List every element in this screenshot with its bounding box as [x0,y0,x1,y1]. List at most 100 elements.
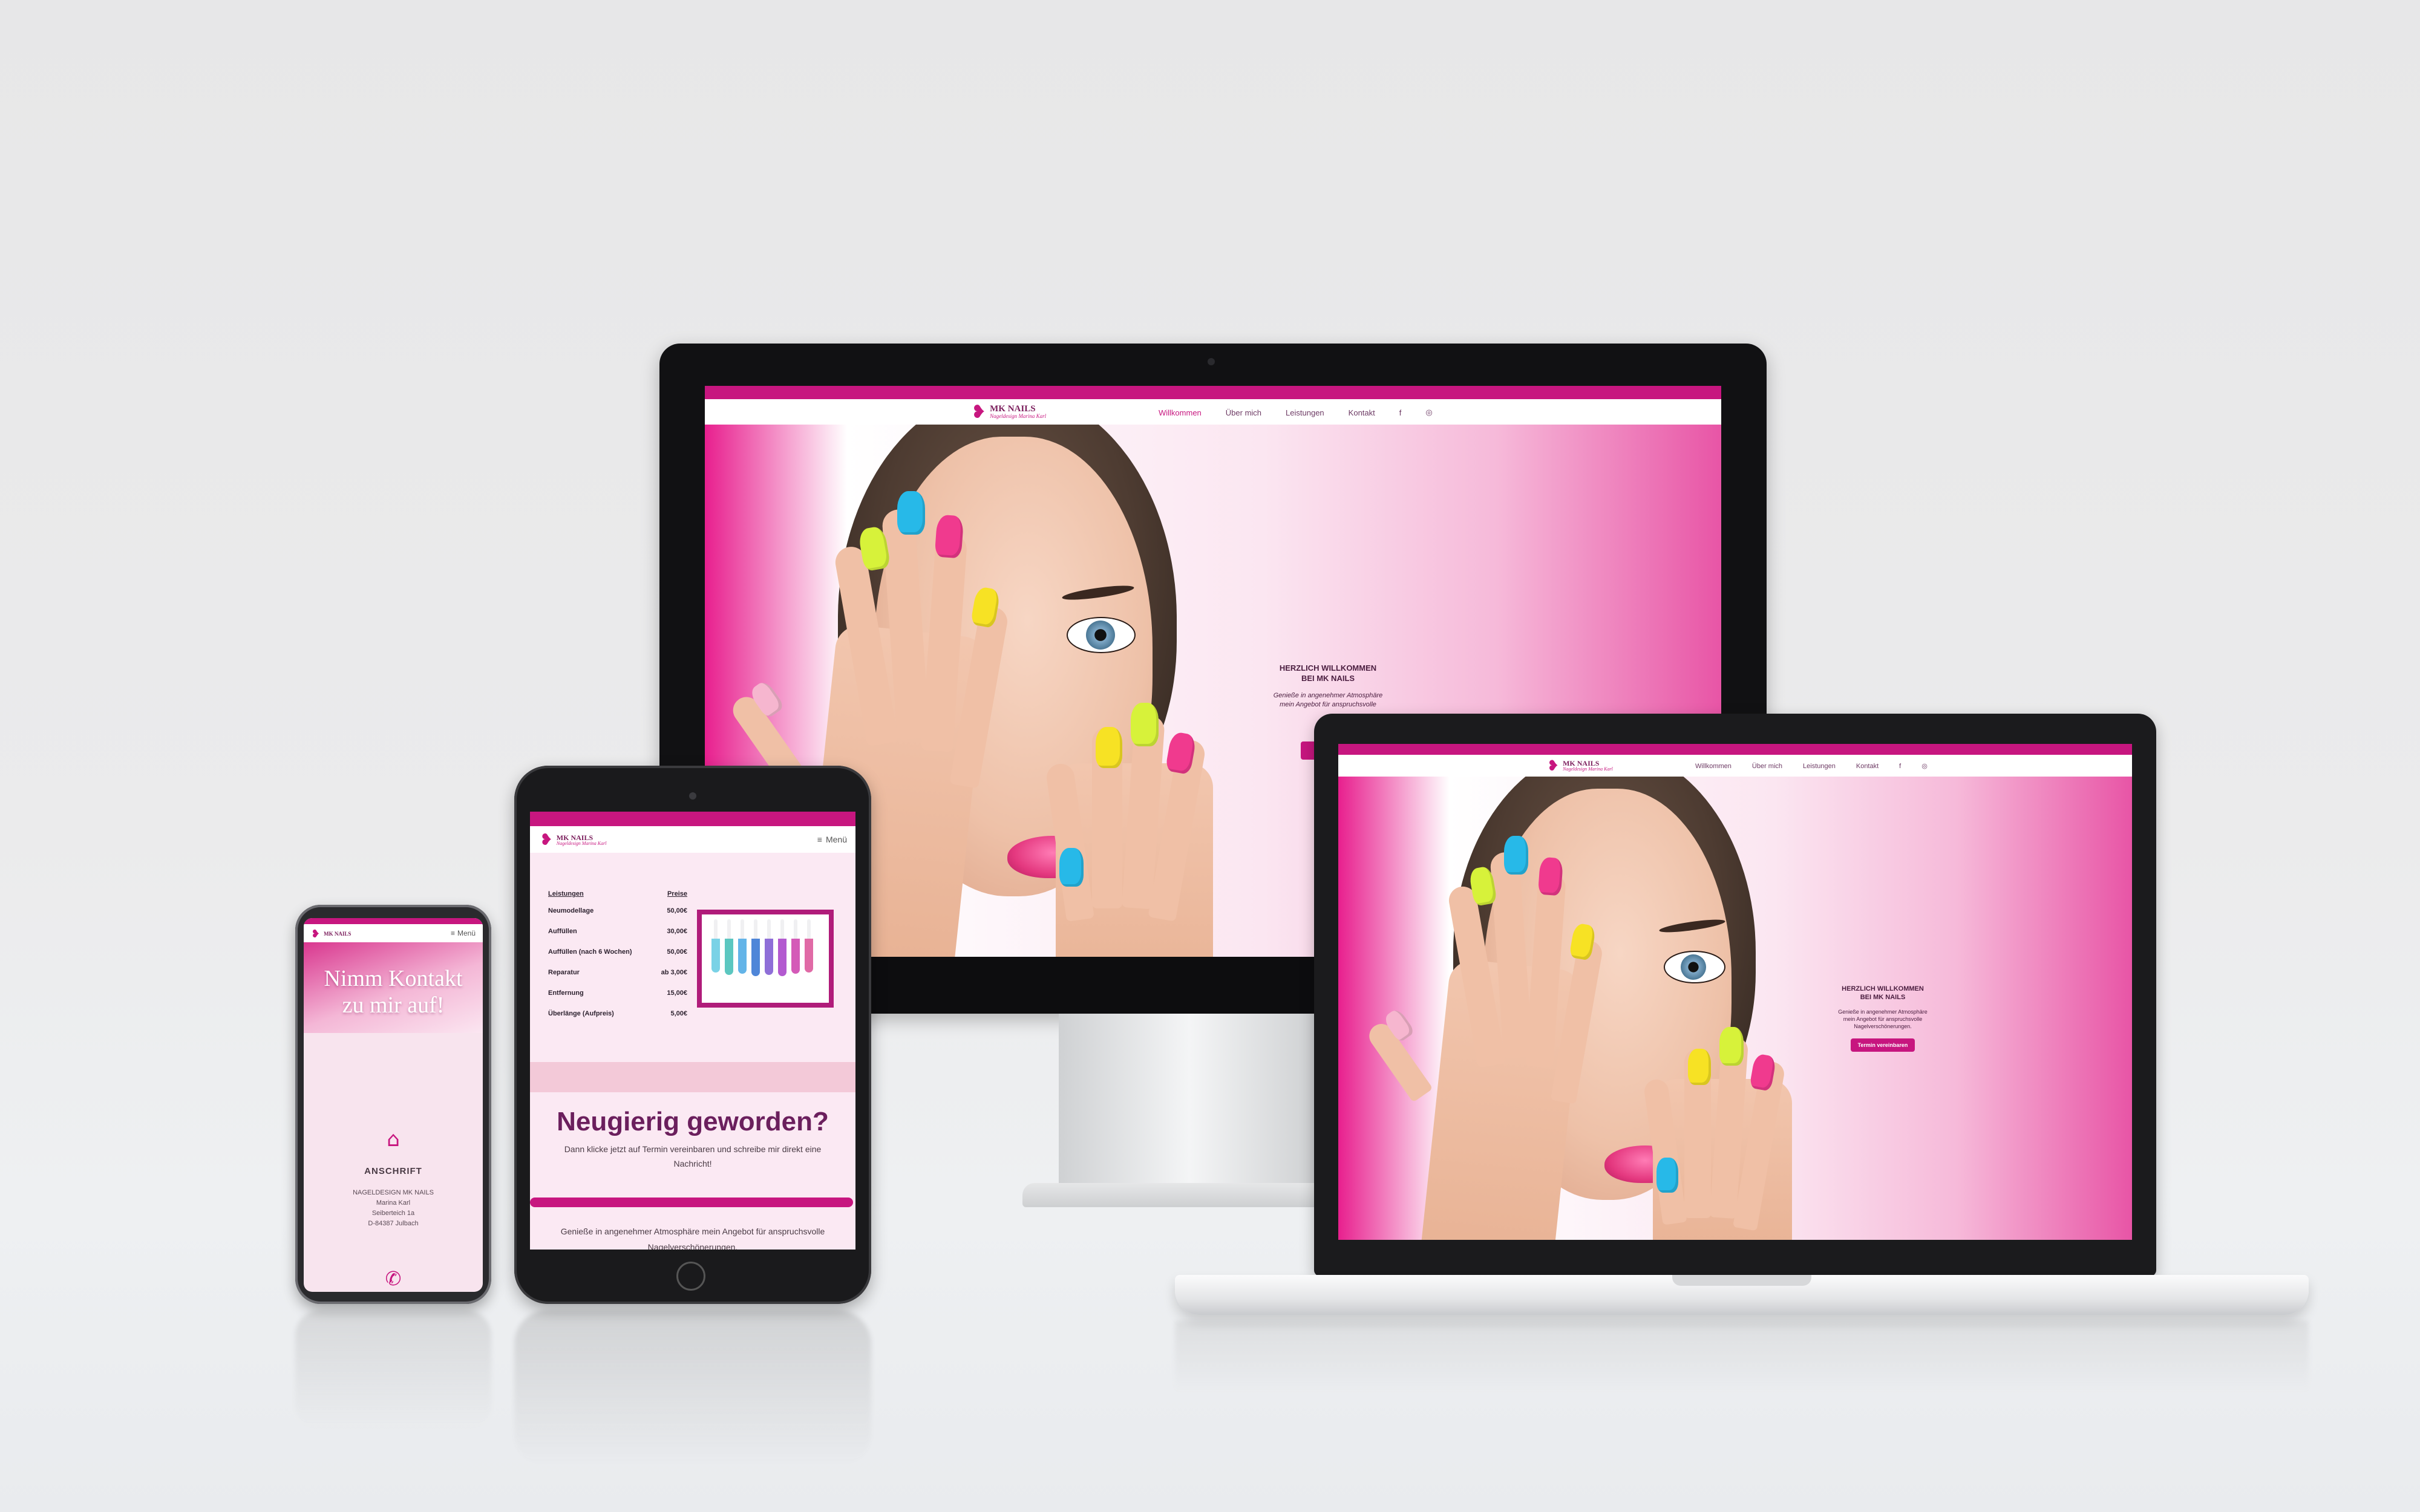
phone-reflection [295,1310,491,1431]
price-table: Leistungen Preise Neumodellage 50,00€ Auf… [548,890,687,1017]
cta-text-line1: Dann klicke jetzt auf Termin vereinbaren… [564,1144,822,1154]
menu-button[interactable]: ≡ Menü [451,929,476,937]
price-value: 30,00€ [667,928,687,935]
nav-ueber-mich[interactable]: Über mich [1752,763,1782,770]
nail [1096,727,1122,768]
price-value: 50,00€ [667,907,687,914]
nav-ueber-mich[interactable]: Über mich [1226,408,1261,417]
heart-logo-icon: ❥ [971,402,987,423]
tablet-screen: ❥ MK NAILS Nageldesign Marina Karl ≡ Men… [530,812,855,1250]
brush [805,939,813,973]
iris [1086,621,1115,650]
tablet-footer-text: Genieße in angenehmer Atmosphäre mein An… [530,1227,855,1250]
menu-button[interactable]: ≡ Menü [817,835,847,844]
tablet-header: ❥ MK NAILS Nageldesign Marina Karl ≡ Men… [530,826,855,853]
nail [1719,1027,1744,1066]
phone-header: ❥ MK NAILS ≡ Menü [304,924,483,942]
tablet-home-button[interactable] [676,1262,705,1291]
instagram-icon[interactable]: ◎ [1425,408,1432,417]
iris [1681,954,1706,980]
contact-banner: Nimm Kontakt zu mir auf! [304,942,483,1033]
address-line: D-84387 Julbach [368,1220,419,1227]
facebook-icon[interactable]: f [1899,763,1901,770]
address-line: Marina Karl [376,1199,411,1207]
laptop-reflection [1175,1321,2309,1393]
heart-logo-icon: ❥ [540,831,553,849]
site-topbar [705,386,1721,399]
tablet-band [530,1062,855,1092]
price-value: 5,00€ [670,1010,687,1017]
brush [778,939,786,976]
phone: ❥ MK NAILS ≡ Menü Nimm Kontakt zu mir au… [295,905,491,1304]
nav-kontakt[interactable]: Kontakt [1856,763,1879,770]
logo-subtitle: Nageldesign Marina Karl [556,840,607,846]
site-logo[interactable]: ❥ MK NAILS Nageldesign Marina Karl [971,402,1046,423]
facebook-icon[interactable]: f [1399,408,1402,417]
address-block: NAGELDESIGN MK NAILS Marina Karl Seibert… [304,1188,483,1229]
price-service: Entfernung [548,989,584,997]
nail [1059,848,1084,887]
price-service: Überlänge (Aufpreis) [548,1010,614,1017]
banner-line2: zu mir auf! [342,992,445,1018]
instagram-icon[interactable]: ◎ [1921,762,1928,770]
phone-icon[interactable]: ✆ [382,1268,404,1289]
laptop-screen: ❥ MK NAILS Nageldesign Marina Karl Willk… [1338,744,2132,1240]
site-topbar [304,918,483,924]
price-row: Entfernung 15,00€ [548,989,687,997]
price-service: Auffüllen [548,928,577,935]
address-line: Seiberteich 1a [371,1210,415,1217]
hero-heading-line2: BEI MK NAILS [1860,994,1906,1002]
brush [725,939,733,975]
cta-bar[interactable] [530,1198,853,1207]
home-icon: ⌂ [387,1127,400,1152]
nail [1504,836,1528,875]
laptop-hero: HERZLICH WILLKOMMEN BEI MK NAILS Genieße… [1338,777,2132,1240]
menu-icon: ≡ [450,929,455,937]
price-service: Reparatur [548,969,580,976]
address-line: NAGELDESIGN MK NAILS [353,1189,434,1196]
logo-subtitle: Nageldesign Marina Karl [990,413,1047,420]
logo-title: MK NAILS [556,833,594,842]
monitor-stand [1059,1014,1349,1195]
termin-button[interactable]: Termin vereinbaren [1850,1038,1915,1052]
price-row: Auffüllen 30,00€ [548,928,687,935]
nail [1131,703,1159,746]
logo-title: MK NAILS [324,931,352,937]
cta-text-line2: Nachricht! [673,1159,712,1168]
site-logo[interactable]: ❥ MK NAILS Nageldesign Marina Karl [1547,757,1613,774]
nav-kontakt[interactable]: Kontakt [1349,408,1375,417]
price-value: 15,00€ [667,989,687,997]
price-header-price: Preise [667,890,687,898]
nav-willkommen[interactable]: Willkommen [1159,408,1202,417]
site-logo[interactable]: ❥ MK NAILS [311,928,351,940]
brushes-image [697,910,834,1008]
price-value: 50,00€ [667,948,687,956]
site-topbar [1338,744,2132,755]
nav-leistungen[interactable]: Leistungen [1286,408,1324,417]
price-row: Neumodellage 50,00€ [548,907,687,914]
price-row: Überlänge (Aufpreis) 5,00€ [548,1010,687,1017]
laptop-site-header: ❥ MK NAILS Nageldesign Marina Karl Willk… [1338,755,2132,777]
phone-screen: ❥ MK NAILS ≡ Menü Nimm Kontakt zu mir au… [304,918,483,1292]
nav-willkommen[interactable]: Willkommen [1695,763,1732,770]
laptop-notch [1672,1275,1811,1286]
brush [738,939,747,974]
hero-text-line2: mein Angebot für anspruchsvolle [1280,700,1376,708]
hero-heading-line1: HERZLICH WILLKOMMEN [1842,985,1924,992]
nail [1688,1049,1711,1085]
laptop-base [1175,1275,2309,1315]
main-nav: Willkommen Über mich Leistungen Kontakt … [1695,762,1928,771]
nav-leistungen[interactable]: Leistungen [1803,763,1836,770]
brush [751,939,760,976]
site-header: ❥ MK NAILS Nageldesign Marina Karl Willk… [705,399,1721,425]
site-logo[interactable]: ❥ MK NAILS Nageldesign Marina Karl [540,831,606,849]
site-topbar [530,812,855,826]
cta-section: Neugierig geworden? Dann klicke jetzt au… [530,1096,855,1168]
hero-image-eye [1068,618,1134,652]
hero-heading-line2: BEI MK NAILS [1301,673,1355,683]
price-row: Auffüllen (nach 6 Wochen) 50,00€ [548,948,687,956]
brush [791,939,800,974]
menu-icon: ≡ [817,835,822,844]
heart-logo-icon: ❥ [1547,757,1560,774]
cta-heading: Neugierig geworden? [557,1107,829,1136]
